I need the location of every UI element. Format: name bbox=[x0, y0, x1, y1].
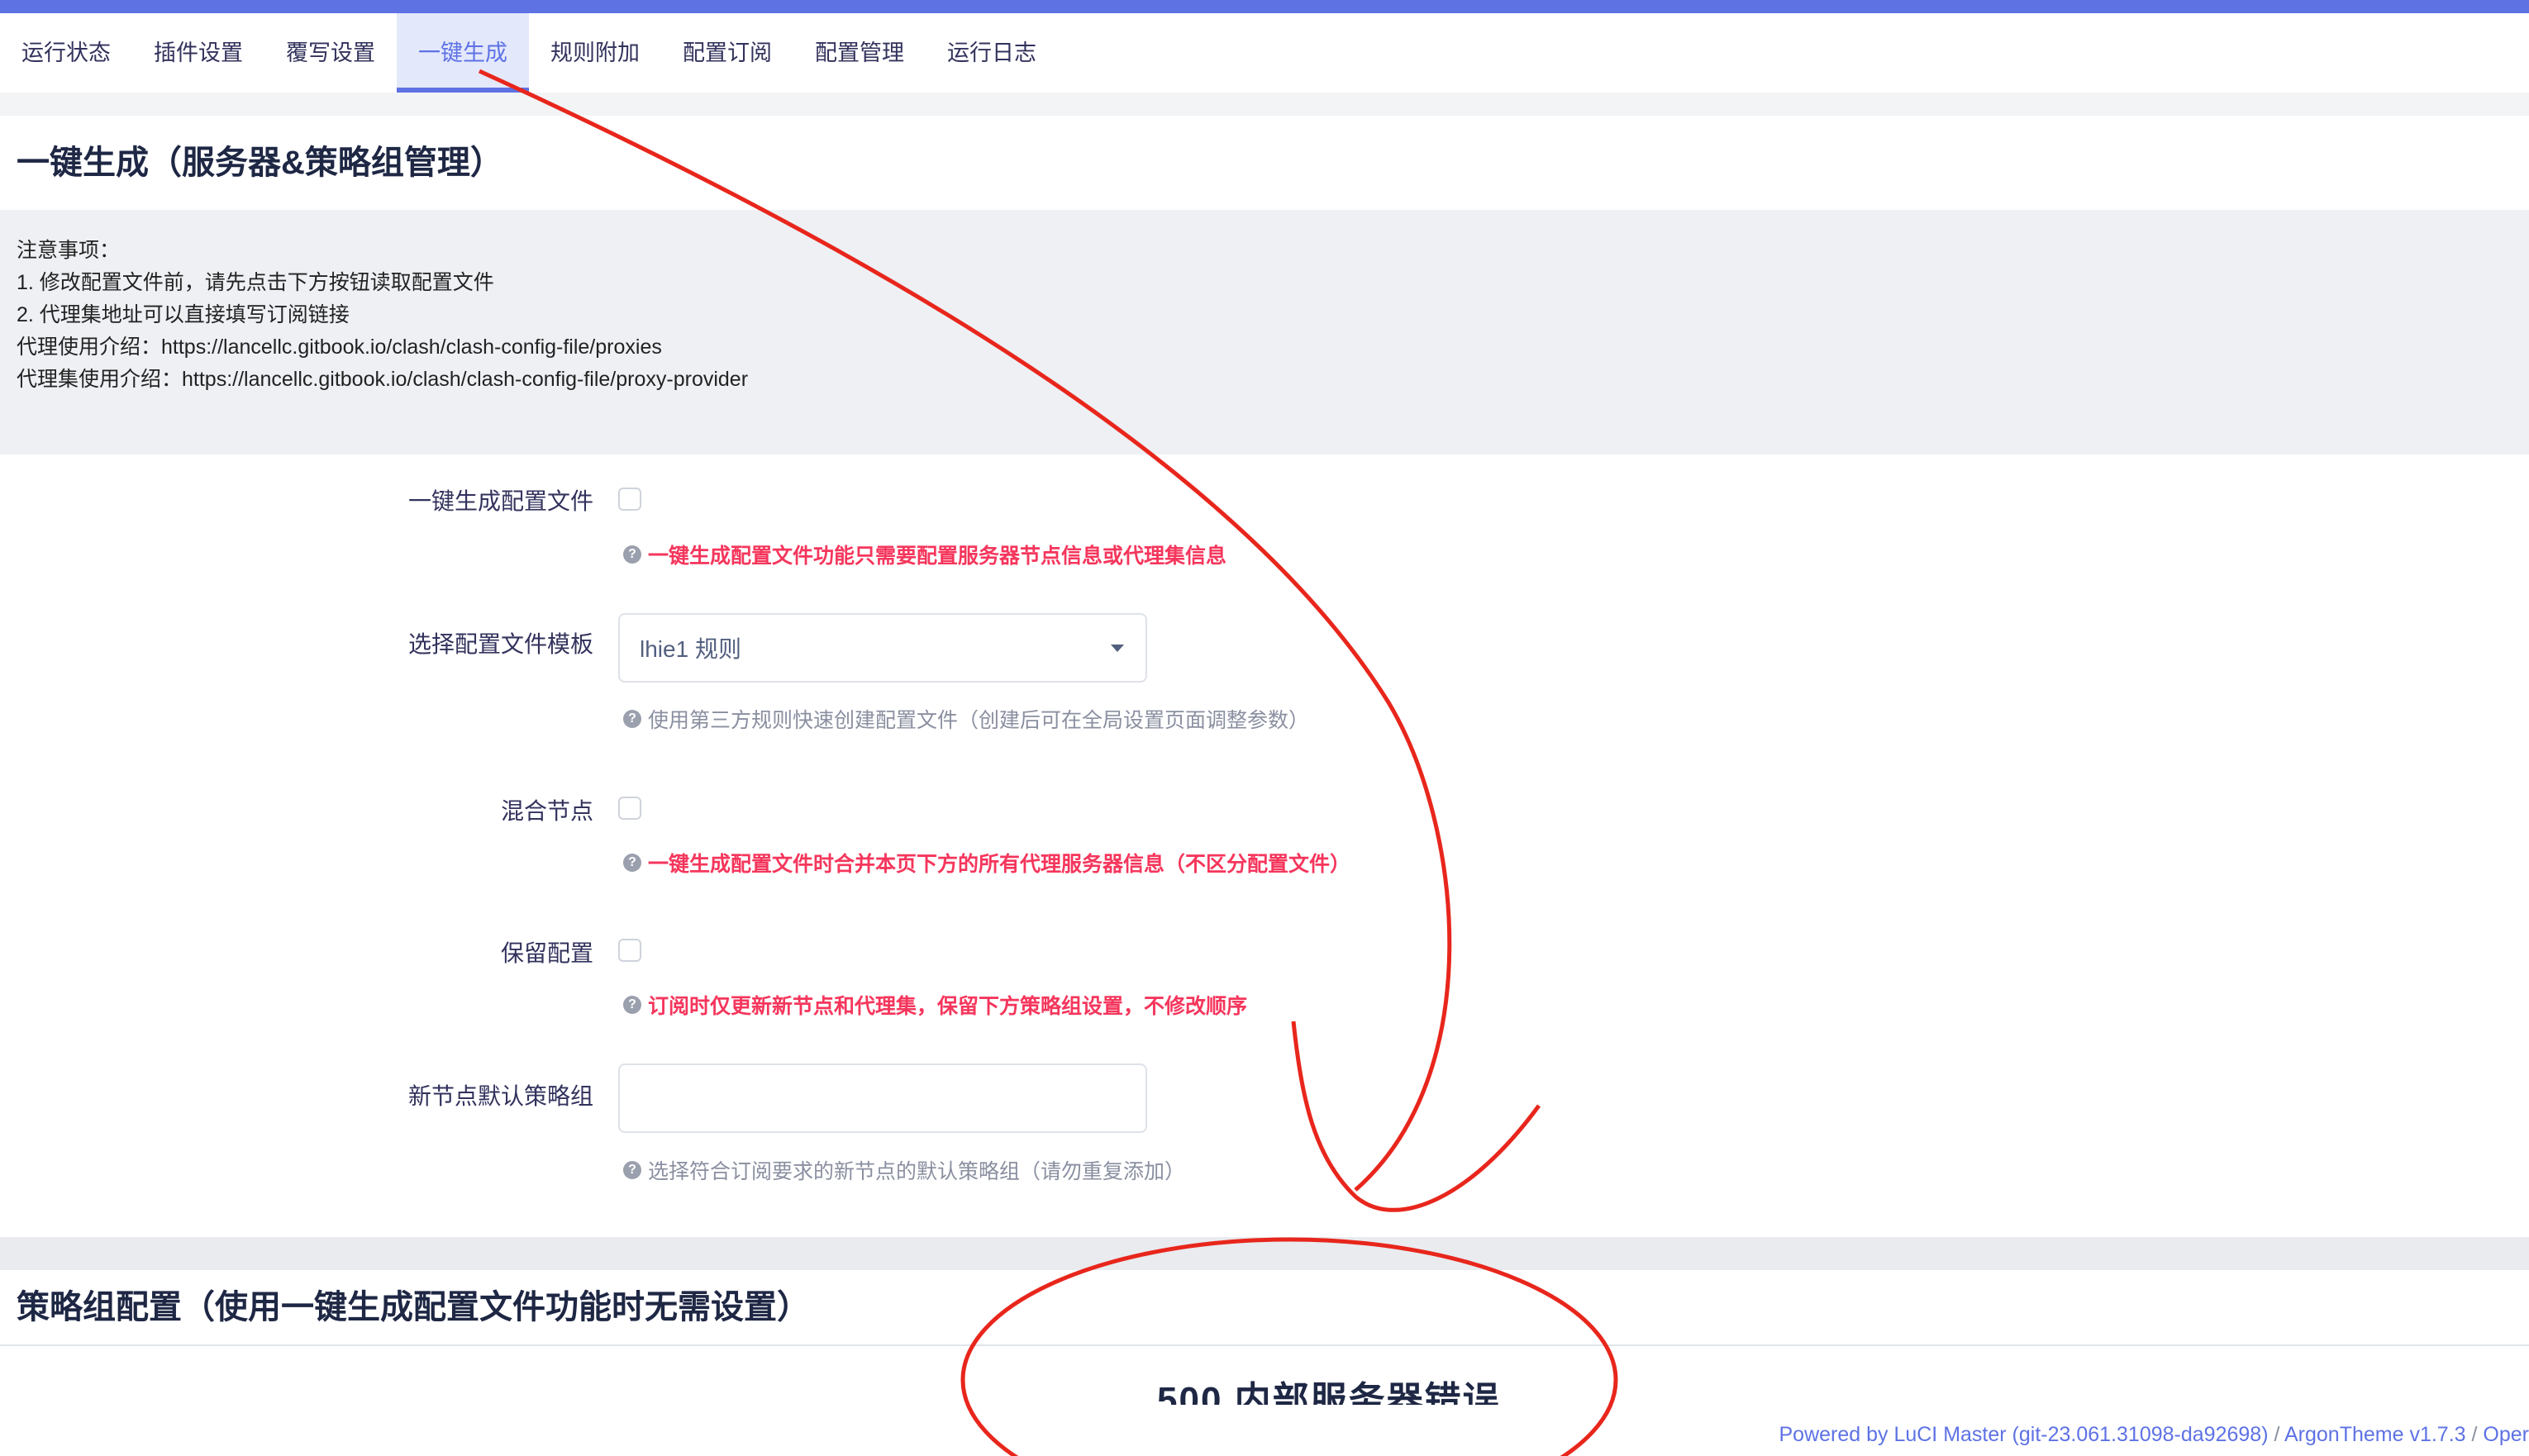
tab-status[interactable]: 运行状态 bbox=[0, 13, 132, 93]
notes-provider-link: 代理集使用介绍：https://lancellc.gitbook.io/clas… bbox=[17, 368, 749, 391]
tab-plugin-settings[interactable]: 插件设置 bbox=[132, 13, 264, 93]
default-group-label: 新节点默认策略组 bbox=[407, 1083, 593, 1109]
question-icon: ? bbox=[623, 996, 641, 1014]
template-label: 选择配置文件模板 bbox=[407, 631, 593, 657]
tab-config-manage[interactable]: 配置管理 bbox=[793, 13, 926, 93]
section-title: 一键生成（服务器&策略组管理） bbox=[17, 145, 503, 181]
question-icon: ? bbox=[623, 854, 641, 872]
keep-label: 保留配置 bbox=[500, 940, 593, 966]
section-header-card: 一键生成（服务器&策略组管理） bbox=[0, 116, 2529, 210]
policy-group-title: 策略组配置（使用一键生成配置文件功能时无需设置） bbox=[17, 1289, 810, 1325]
question-icon: ? bbox=[623, 545, 641, 564]
tab-bar: 运行状态 插件设置 覆写设置 一键生成 规则附加 配置订阅 配置管理 运行日志 bbox=[0, 13, 2529, 93]
template-select[interactable]: lhie1 规则 bbox=[618, 613, 1147, 683]
default-group-input[interactable] bbox=[618, 1063, 1147, 1133]
chevron-down-icon bbox=[1111, 645, 1124, 652]
generate-checkbox[interactable] bbox=[618, 488, 641, 511]
notes-panel: 注意事项： 1. 修改配置文件前，请先点击下方按钮读取配置文件 2. 代理集地址… bbox=[0, 210, 2529, 454]
policy-group-card: 策略组配置（使用一键生成配置文件功能时无需设置） bbox=[0, 1270, 2529, 1344]
question-icon: ? bbox=[623, 710, 641, 728]
question-icon: ? bbox=[623, 1161, 641, 1179]
top-accent-bar bbox=[0, 0, 2529, 13]
tab-one-click-generate[interactable]: 一键生成 bbox=[397, 13, 529, 93]
settings-form: 一键生成配置文件 ? 一键生成配置文件功能只需要配置服务器节点信息或代理集信息 … bbox=[0, 454, 2529, 1237]
tab-config-subscribe[interactable]: 配置订阅 bbox=[661, 13, 793, 93]
mix-help: ? 一键生成配置文件时合并本页下方的所有代理服务器信息（不区分配置文件） bbox=[623, 848, 1350, 878]
footer-tail: Oper bbox=[2483, 1423, 2529, 1446]
notes-line: 1. 修改配置文件前，请先点击下方按钮读取配置文件 bbox=[17, 271, 494, 294]
mix-label: 混合节点 bbox=[500, 798, 593, 824]
generate-label: 一键生成配置文件 bbox=[407, 488, 593, 514]
notes-heading: 注意事项： bbox=[17, 239, 121, 262]
theme-link[interactable]: ArgonTheme v1.7.3 bbox=[2284, 1423, 2466, 1446]
template-help: ? 使用第三方规则快速创建配置文件（创建后可在全局设置页面调整参数） bbox=[623, 704, 1309, 734]
tab-override-settings[interactable]: 覆写设置 bbox=[264, 13, 397, 93]
section-gap bbox=[0, 1237, 2529, 1270]
error-message: 500 内部服务器错误 bbox=[1157, 1380, 1501, 1405]
generate-help: ? 一键生成配置文件功能只需要配置服务器节点信息或代理集信息 bbox=[623, 540, 1226, 569]
default-group-help: ? 选择符合订阅要求的新节点的默认策略组（请勿重复添加） bbox=[623, 1155, 1185, 1185]
keep-help: ? 订阅时仅更新新节点和代理集，保留下方策略组设置，不修改顺序 bbox=[623, 990, 1247, 1020]
luci-link[interactable]: Powered by LuCI Master (git-23.061.31098… bbox=[1779, 1423, 2268, 1446]
keep-checkbox[interactable] bbox=[618, 939, 641, 962]
tab-rule-append[interactable]: 规则附加 bbox=[529, 13, 661, 93]
mix-checkbox[interactable] bbox=[618, 797, 641, 820]
notes-proxy-link: 代理使用介绍：https://lancellc.gitbook.io/clash… bbox=[17, 335, 662, 359]
tab-run-log[interactable]: 运行日志 bbox=[926, 13, 1058, 93]
notes-line: 2. 代理集地址可以直接填写订阅链接 bbox=[17, 303, 350, 326]
footer: Powered by LuCI Master (git-23.061.31098… bbox=[1779, 1423, 2529, 1446]
